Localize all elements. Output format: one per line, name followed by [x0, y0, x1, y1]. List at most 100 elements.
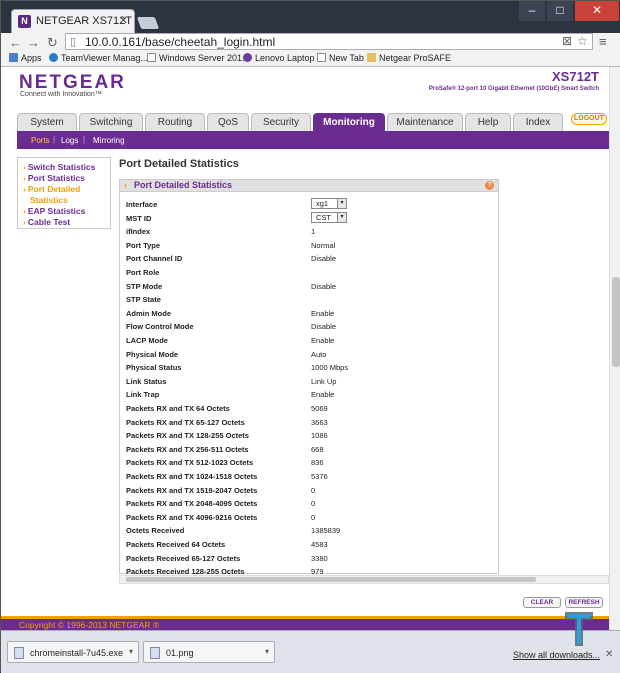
row-label: Packets Received 65-127 Octets	[126, 553, 241, 563]
sidebar-item-cable-test[interactable]: › Cable Test	[23, 217, 70, 227]
table-row: ifIndex 1	[124, 225, 496, 238]
scroll-thumb[interactable]	[612, 277, 620, 367]
subnav-mirroring[interactable]: Mirroring	[93, 136, 125, 145]
table-row: Port Type Normal	[124, 239, 496, 252]
tab-routing[interactable]: Routing	[145, 113, 205, 131]
row-value: 0	[311, 485, 316, 495]
download-bar: chromeinstall-7u45.exe ▾ 01.png ▾ Show a…	[1, 630, 620, 673]
table-row: Port Channel ID Disable	[124, 252, 496, 265]
browser-window: N NETGEAR XS712T ✕ – □ ✕ ← → ↻ ▯ 10.0.0.…	[0, 0, 620, 673]
row-label: Octets Received	[126, 526, 185, 536]
reload-icon[interactable]: ↻	[47, 35, 58, 51]
page-icon	[147, 53, 156, 62]
close-tab-icon[interactable]: ✕	[119, 14, 128, 27]
download-item[interactable]: chromeinstall-7u45.exe ▾	[7, 641, 139, 663]
row-label: Link Trap	[126, 390, 160, 400]
chevron-down-icon[interactable]: ▾	[129, 647, 133, 656]
chevron-down-icon[interactable]: ▾	[265, 647, 269, 656]
arrow-icon: ›	[23, 173, 26, 183]
row-label: STP Mode	[126, 281, 163, 291]
vertical-scrollbar[interactable]	[609, 67, 620, 630]
sidebar-item-port-detailed-statistics-line2[interactable]: Statistics	[30, 195, 68, 205]
bookmark-teamviewer[interactable]: TeamViewer Manag...	[49, 53, 148, 63]
row-value: 668	[311, 444, 324, 454]
subnav-separator: |	[53, 135, 56, 144]
table-row: Packets RX and TX 64 Octets 5069	[124, 402, 496, 415]
forward-arrow-icon[interactable]: →	[27, 35, 40, 50]
logout-button[interactable]: LOGOUT	[571, 113, 607, 125]
row-value: Enable	[311, 336, 335, 345]
scroll-thumb[interactable]	[126, 577, 536, 582]
row-value: 1385839	[311, 526, 341, 536]
chevron-down-icon[interactable]: ▾	[337, 199, 346, 208]
tab-switching[interactable]: Switching	[79, 113, 143, 131]
model-name: XS712T	[552, 69, 599, 84]
sidebar-item-eap-statistics[interactable]: › EAP Statistics	[23, 206, 85, 216]
table-row: STP State	[124, 293, 496, 306]
bookmarks-bar: Apps TeamViewer Manag... Windows Server …	[1, 51, 620, 67]
row-label: Port Role	[126, 268, 160, 277]
sidebar-item-port-detailed-statistics[interactable]: › Port Detailed	[23, 184, 80, 194]
table-row: Physical Status 1000 Mbps	[124, 361, 496, 374]
tab-index[interactable]: Index	[513, 113, 563, 131]
table-row: Packets Received 64 Octets 4583	[124, 538, 496, 551]
tab-bar: N NETGEAR XS712T ✕ – □ ✕	[1, 1, 620, 33]
help-icon[interactable]: ?	[485, 181, 494, 190]
minimize-button[interactable]: –	[519, 1, 545, 21]
subnav-separator: |	[83, 135, 86, 144]
row-label: Packets RX and TX 256-511 Octets	[126, 444, 249, 454]
bookmark-new-tab[interactable]: New Tab	[317, 53, 364, 63]
tab-help[interactable]: Help	[465, 113, 511, 131]
tab-security[interactable]: Security	[251, 113, 311, 131]
address-bar[interactable]: ▯ 10.0.0.161/base/cheetah_login.html ⊠ ☆	[65, 33, 593, 50]
row-value: Disable	[311, 254, 337, 264]
tab-title: NETGEAR XS712T	[36, 15, 132, 27]
tab-system[interactable]: System	[17, 113, 77, 131]
row-label: Packets RX and TX 128-255 Octets	[126, 431, 249, 441]
folder-icon	[367, 53, 376, 62]
browser-tab[interactable]: N NETGEAR XS712T ✕	[11, 9, 135, 33]
subnav-ports[interactable]: Ports	[31, 136, 50, 145]
table-row: Link Trap Enable	[124, 388, 496, 401]
select-value: xg1	[316, 199, 329, 208]
table-row: Port Role	[124, 266, 496, 279]
table-row: Packets RX and TX 4096-9216 Octets 0	[124, 511, 496, 524]
interface-select[interactable]: xg1 ▾	[311, 198, 347, 209]
new-tab-button[interactable]	[136, 17, 160, 29]
select-value: CST	[316, 212, 331, 222]
subnav-logs[interactable]: Logs	[61, 136, 78, 145]
page-title: Port Detailed Statistics	[119, 158, 239, 170]
row-label: Flow Control Mode	[126, 322, 194, 332]
close-window-button[interactable]: ✕	[575, 1, 619, 21]
sidebar-item-port-statistics[interactable]: › Port Statistics	[23, 173, 85, 183]
menu-icon[interactable]: ≡	[599, 34, 607, 49]
mst-id-select[interactable]: CST ▾	[311, 211, 347, 223]
row-value: 836	[311, 458, 324, 468]
table-row: Octets Received 1385839	[124, 524, 496, 537]
row-value: 4583	[311, 540, 328, 549]
bookmark-netgear[interactable]: Netgear ProSAFE	[367, 53, 451, 63]
bookmark-star-icon[interactable]: ☆	[577, 34, 588, 48]
bookmark-lenovo[interactable]: Lenovo Laptop	[243, 53, 315, 63]
sidebar-item-switch-statistics[interactable]: › Switch Statistics	[23, 162, 95, 172]
bookmark-apps[interactable]: Apps	[9, 53, 42, 63]
tab-maintenance[interactable]: Maintenance	[387, 113, 463, 131]
blocked-popup-icon[interactable]: ⊠	[562, 34, 572, 48]
row-label: Admin Mode	[126, 308, 171, 318]
maximize-button[interactable]: □	[547, 1, 573, 21]
horizontal-scrollbar[interactable]	[119, 575, 609, 584]
model-description: ProSafe® 12-port 10 Gigabit Ethernet (10…	[428, 86, 599, 92]
chevron-down-icon[interactable]: ▾	[337, 212, 346, 222]
show-all-downloads-link[interactable]: Show all downloads...	[513, 650, 600, 660]
table-row: STP Mode Disable	[124, 280, 496, 293]
download-item[interactable]: 01.png ▾	[143, 641, 275, 663]
tab-monitoring[interactable]: Monitoring	[313, 113, 385, 131]
back-arrow-icon[interactable]: ←	[9, 35, 22, 50]
table-row: Packets RX and TX 1024-1518 Octets 5376	[124, 470, 496, 483]
bookmark-windows-server[interactable]: Windows Server 201...	[147, 53, 250, 63]
close-icon[interactable]: ✕	[605, 649, 613, 660]
tab-qos[interactable]: QoS	[207, 113, 249, 131]
clear-button[interactable]: CLEAR	[523, 597, 561, 608]
table-row: Packets RX and TX 1519-2047 Octets 0	[124, 484, 496, 497]
table-row: Packets RX and TX 65-127 Octets 3663	[124, 416, 496, 429]
